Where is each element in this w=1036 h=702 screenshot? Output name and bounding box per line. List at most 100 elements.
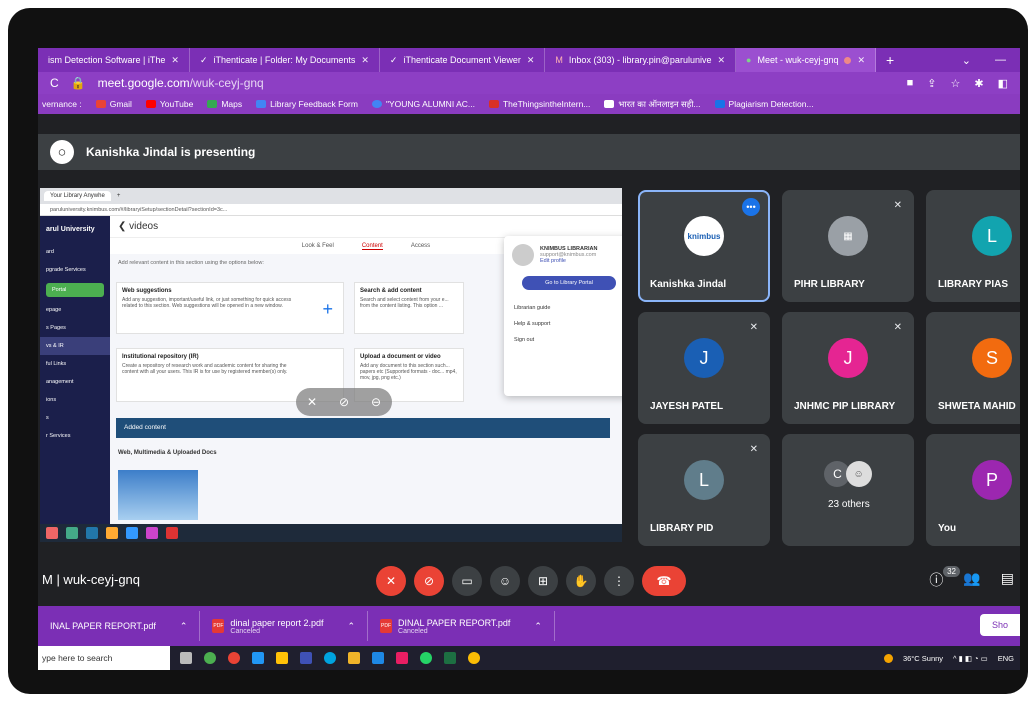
chrome-icon[interactable]	[204, 652, 216, 664]
language-indicator[interactable]: ENG	[998, 654, 1014, 663]
self-tile[interactable]: P You	[926, 434, 1020, 546]
card-title: Institutional repository (IR)	[122, 354, 199, 360]
store-icon[interactable]	[300, 652, 312, 664]
download-item[interactable]: PDF DINAL PAPER REPORT.pdf Canceled ⌃	[368, 611, 555, 641]
reactions-button[interactable]: ☺	[490, 566, 520, 596]
captions-button[interactable]: ▭	[452, 566, 482, 596]
shared-screen: Your Library Anywhe + paruluniversity.kn…	[40, 188, 622, 542]
close-icon[interactable]: ✕	[527, 55, 535, 66]
close-icon[interactable]: ✕	[361, 55, 369, 66]
task-view-icon[interactable]	[180, 652, 192, 664]
pdf-icon: PDF	[380, 619, 393, 633]
bookmark-item[interactable]: Library Feedback Form	[256, 99, 358, 109]
chevron-up-icon[interactable]: ⌃	[348, 621, 356, 632]
files-icon[interactable]	[276, 652, 288, 664]
minimize-icon[interactable]: —	[995, 54, 1006, 67]
tab-favicon-icon: ✓	[389, 54, 398, 65]
chrome-icon[interactable]	[468, 652, 480, 664]
participant-tile[interactable]: J ✕ JNHMC PIP LIBRARY	[782, 312, 914, 424]
more-options-icon[interactable]: •••	[742, 198, 760, 216]
extensions-icon[interactable]: ✱	[974, 77, 983, 90]
chevron-up-icon[interactable]: ⌃	[534, 621, 542, 632]
participant-tile[interactable]: L ✕ LIBRARY PIAS	[926, 190, 1020, 302]
camera-icon[interactable]: ■	[907, 77, 914, 90]
star-icon[interactable]: ☆	[951, 77, 961, 90]
google-icon	[371, 100, 382, 108]
more-options-button[interactable]: ⋮	[604, 566, 634, 596]
site-icon	[488, 100, 499, 108]
device-frame: ism Detection Software | iThe ✕ ✓ iThentic…	[8, 8, 1028, 694]
app-icon	[86, 527, 98, 539]
show-all-button[interactable]: Sho	[979, 614, 1020, 636]
shared-side-item: ful Links	[46, 361, 67, 367]
download-item[interactable]: INAL PAPER REPORT.pdf ⌃	[38, 611, 201, 641]
participant-tile[interactable]: knimbus ••• Kanishka Jindal	[638, 190, 770, 302]
browser-tab[interactable]: ✓ iThenticate Document Viewer ✕	[380, 48, 546, 72]
shared-side-item: ions	[46, 397, 57, 403]
browser-tab[interactable]: M Inbox (303) - library.pin@parulunive ✕	[545, 48, 737, 72]
participant-tile[interactable]: S SHWETA MAHID	[926, 312, 1020, 424]
popup-item: Help & support	[514, 321, 551, 327]
mic-off-icon: ✕	[893, 322, 902, 333]
reload-icon[interactable]: C	[50, 76, 59, 90]
bookmark-item[interactable]: YouTube	[145, 99, 193, 109]
info-icon[interactable]: ⓘ	[929, 570, 943, 590]
participant-tile[interactable]: L ✕ LIBRARY PID	[638, 434, 770, 546]
raise-hand-button[interactable]: ✋	[566, 566, 596, 596]
new-tab-button[interactable]: +	[886, 52, 894, 68]
participant-name: JNHMC PIP LIBRARY	[794, 401, 896, 412]
browser-tab-strip: ism Detection Software | iThe ✕ ✓ iThentic…	[38, 48, 1020, 72]
app-icon	[126, 527, 138, 539]
chevron-down-icon[interactable]: ⌄	[962, 54, 971, 67]
windows-taskbar: ype here to search 36°C Sunny ^ ▮ ◧ ◔ ▭ …	[38, 646, 1020, 670]
participant-tile[interactable]: J ✕ JAYESH PATEL	[638, 312, 770, 424]
browser-tab-active[interactable]: ● Meet - wuk-ceyj-gnq ✕	[736, 48, 877, 72]
shared-tab: Your Library Anywhe	[44, 191, 111, 201]
excel-icon[interactable]	[444, 652, 456, 664]
taskbar-search[interactable]: ype here to search	[38, 646, 170, 670]
bookmark-item[interactable]: "YOUNG ALUMNI AC...	[371, 99, 475, 109]
download-info: dinal paper report 2.pdf Canceled	[230, 618, 323, 635]
browser-tab[interactable]: ✓ iThenticate | Folder: My Documents ✕	[190, 48, 380, 72]
share-icon[interactable]: ⇪	[927, 77, 936, 90]
mail-icon[interactable]	[252, 652, 264, 664]
camera-toggle-button[interactable]: ⊘	[414, 566, 444, 596]
checkbox-icon	[714, 100, 725, 108]
others-tile[interactable]: C ☺ 23 others	[782, 434, 914, 546]
bookmark-item[interactable]: Plagiarism Detection...	[714, 99, 814, 109]
participant-tile[interactable]: ▦ ✕ PIHR LIBRARY	[782, 190, 914, 302]
chrome-icon[interactable]	[228, 652, 240, 664]
bookmark-item[interactable]: TheThingsintheIntern...	[488, 99, 590, 109]
app-icon[interactable]	[396, 652, 408, 664]
bookmark-item[interactable]: vernance :	[42, 99, 82, 109]
tray-icons[interactable]: ^ ▮ ◧ ◔ ▭	[953, 654, 988, 663]
ie-icon[interactable]	[372, 652, 384, 664]
download-item[interactable]: PDF dinal paper report 2.pdf Canceled ⌃	[200, 611, 369, 641]
participant-name: LIBRARY PIAS	[938, 279, 1009, 290]
whatsapp-icon[interactable]	[420, 652, 432, 664]
app-icon	[106, 527, 118, 539]
chat-icon[interactable]: ▤	[1001, 570, 1014, 590]
close-icon[interactable]: ✕	[717, 55, 725, 66]
participant-name: You	[938, 523, 957, 534]
bookmark-item[interactable]: Gmail	[95, 99, 132, 109]
url-field[interactable]: meet.google.com/wuk-ceyj-gnq	[98, 76, 264, 90]
bookmark-item[interactable]: Maps	[207, 99, 242, 109]
popup-edit: Edit profile	[540, 258, 566, 264]
close-icon[interactable]: ✕	[171, 55, 179, 66]
popup-item: Sign out	[514, 337, 535, 343]
leave-call-button[interactable]: ☎	[642, 566, 686, 596]
mic-toggle-button[interactable]: ✕	[376, 566, 406, 596]
close-icon[interactable]: ✕	[857, 55, 865, 66]
weather-text[interactable]: 36°C Sunny	[903, 654, 943, 663]
people-icon[interactable]: 👥	[963, 570, 980, 590]
taskbar-apps	[170, 652, 480, 664]
web-multimedia-heading: Web, Multimedia & Uploaded Docs	[118, 450, 217, 456]
folder-icon[interactable]	[348, 652, 360, 664]
sidebar-icon[interactable]: ◧	[998, 77, 1008, 90]
edge-icon[interactable]	[324, 652, 336, 664]
present-button[interactable]: ⊞	[528, 566, 558, 596]
browser-tab[interactable]: ism Detection Software | iThe ✕	[38, 48, 190, 72]
bookmark-item[interactable]: भारत का ऑनलाइन सही...	[604, 99, 701, 110]
chevron-up-icon[interactable]: ⌃	[180, 621, 188, 632]
